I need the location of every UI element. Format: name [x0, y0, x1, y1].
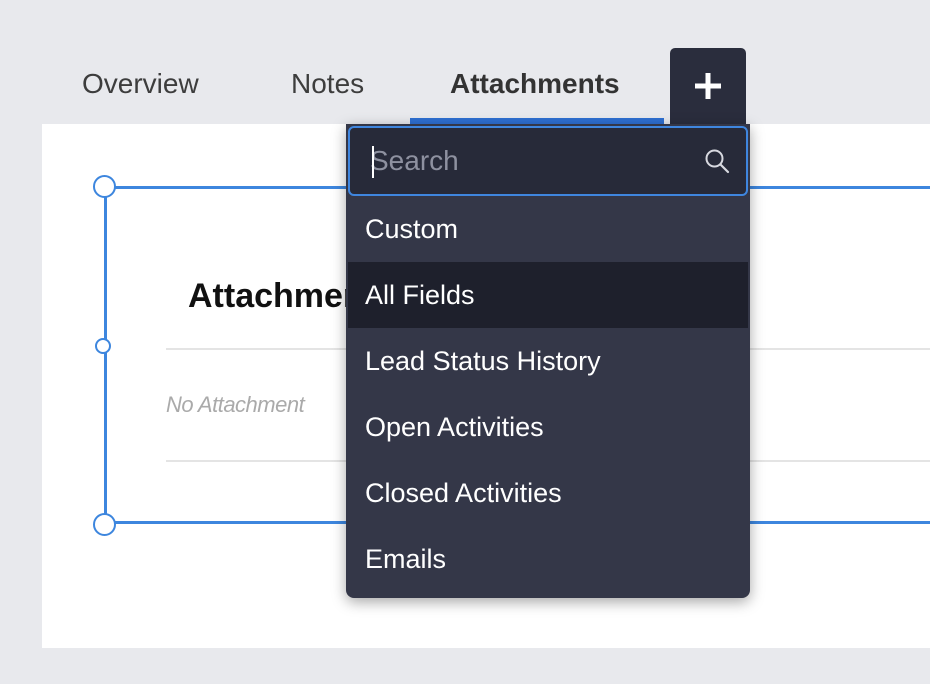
menu-item-custom[interactable]: Custom	[348, 196, 748, 262]
add-tab-button[interactable]	[670, 48, 746, 124]
resize-handle-middle-left[interactable]	[95, 338, 111, 354]
tab-attachments[interactable]: Attachments	[450, 62, 620, 106]
search-input[interactable]	[370, 138, 690, 184]
add-section-dropdown: Custom All Fields Lead Status History Op…	[346, 124, 750, 598]
menu-item-all-fields[interactable]: All Fields	[348, 262, 748, 328]
tab-overview[interactable]: Overview	[82, 62, 199, 106]
text-caret	[372, 146, 374, 178]
menu-item-closed-activities[interactable]: Closed Activities	[348, 460, 748, 526]
search-box	[348, 126, 748, 196]
search-icon	[705, 149, 730, 174]
menu-item-emails[interactable]: Emails	[348, 526, 748, 592]
resize-handle-bottom-left[interactable]	[93, 513, 116, 536]
tab-notes[interactable]: Notes	[291, 62, 364, 106]
resize-handle-top-left[interactable]	[93, 175, 116, 198]
menu-item-lead-status-history[interactable]: Lead Status History	[348, 328, 748, 394]
plus-icon	[695, 73, 721, 99]
menu-item-open-activities[interactable]: Open Activities	[348, 394, 748, 460]
